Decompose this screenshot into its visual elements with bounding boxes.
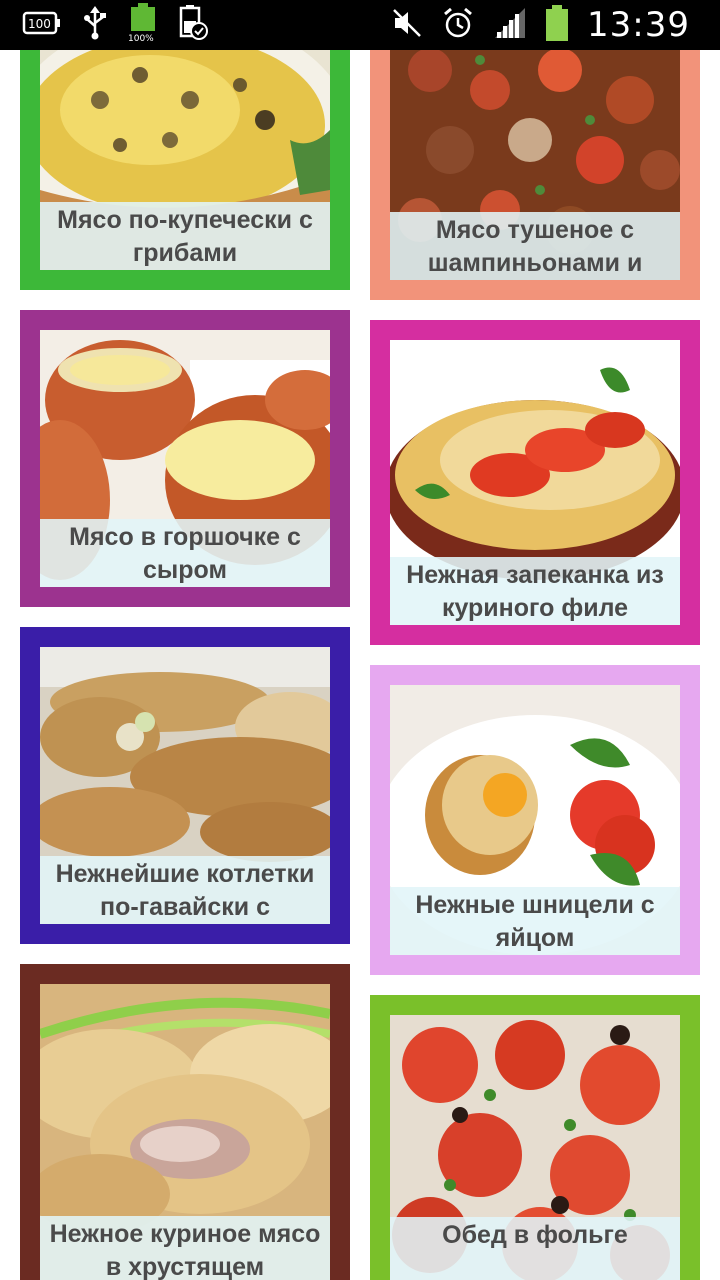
clock-time: 13:39 — [587, 5, 690, 45]
battery-icon — [545, 4, 569, 46]
signal-icon — [493, 6, 527, 45]
recipe-card[interactable]: Нежные шницели с яйцом — [370, 665, 700, 975]
recipe-card[interactable]: Нежное куриное мясо в хрустящем — [20, 964, 350, 1280]
recipe-title: Нежные шницели с яйцом — [390, 887, 680, 955]
recipe-card[interactable]: Мясо в горшочке с сыром — [20, 310, 350, 607]
recipe-photo: Мясо тушеное с шампиньонами и — [390, 50, 680, 280]
recipe-photo: Нежная запеканка из куриного филе — [390, 340, 680, 625]
recipe-card[interactable]: Мясо тушеное с шампиньонами и — [370, 50, 700, 300]
mute-icon — [391, 7, 423, 44]
status-right-icons: 13:39 — [391, 0, 690, 50]
recipe-title: Мясо тушеное с шампиньонами и — [390, 212, 680, 280]
usb-icon — [82, 5, 108, 45]
status-left-icons: 100 100% — [22, 2, 208, 45]
battery-percent-label: 100% — [128, 34, 154, 43]
sd-card-icon: 100 — [22, 10, 62, 41]
battery-check-icon — [178, 4, 208, 46]
recipe-card[interactable]: Мясо по-купечески с грибами — [20, 50, 350, 290]
recipe-title: Нежнейшие котлетки по-гавайски с — [40, 856, 330, 924]
recipe-photo: Мясо по-купечески с грибами — [40, 50, 330, 270]
recipe-card[interactable]: Нежная запеканка из куриного филе — [370, 320, 700, 645]
recipe-title: Обед в фольге — [390, 1217, 680, 1280]
recipe-title: Мясо в горшочке с сыром — [40, 519, 330, 587]
battery-full-icon: 100% — [128, 2, 158, 48]
status-bar: 100 100% 13:39 — [0, 0, 720, 50]
recipe-photo: Мясо в горшочке с сыром — [40, 330, 330, 587]
recipe-card[interactable]: Обед в фольге — [370, 995, 700, 1280]
alarm-icon — [441, 6, 475, 45]
recipe-photo: Нежное куриное мясо в хрустящем — [40, 984, 330, 1280]
recipe-photo: Обед в фольге — [390, 1015, 680, 1280]
recipe-photo: Нежнейшие котлетки по-гавайски с — [40, 647, 330, 924]
recipe-grid[interactable]: Мясо по-купечески с грибами Мясо в горшо… — [0, 50, 720, 1280]
svg-text:100: 100 — [28, 17, 51, 31]
recipe-photo: Нежные шницели с яйцом — [390, 685, 680, 955]
recipe-title: Нежная запеканка из куриного филе — [390, 557, 680, 625]
recipe-title: Мясо по-купечески с грибами — [40, 202, 330, 270]
recipe-title: Нежное куриное мясо в хрустящем — [40, 1216, 330, 1280]
recipe-card[interactable]: Нежнейшие котлетки по-гавайски с — [20, 627, 350, 944]
